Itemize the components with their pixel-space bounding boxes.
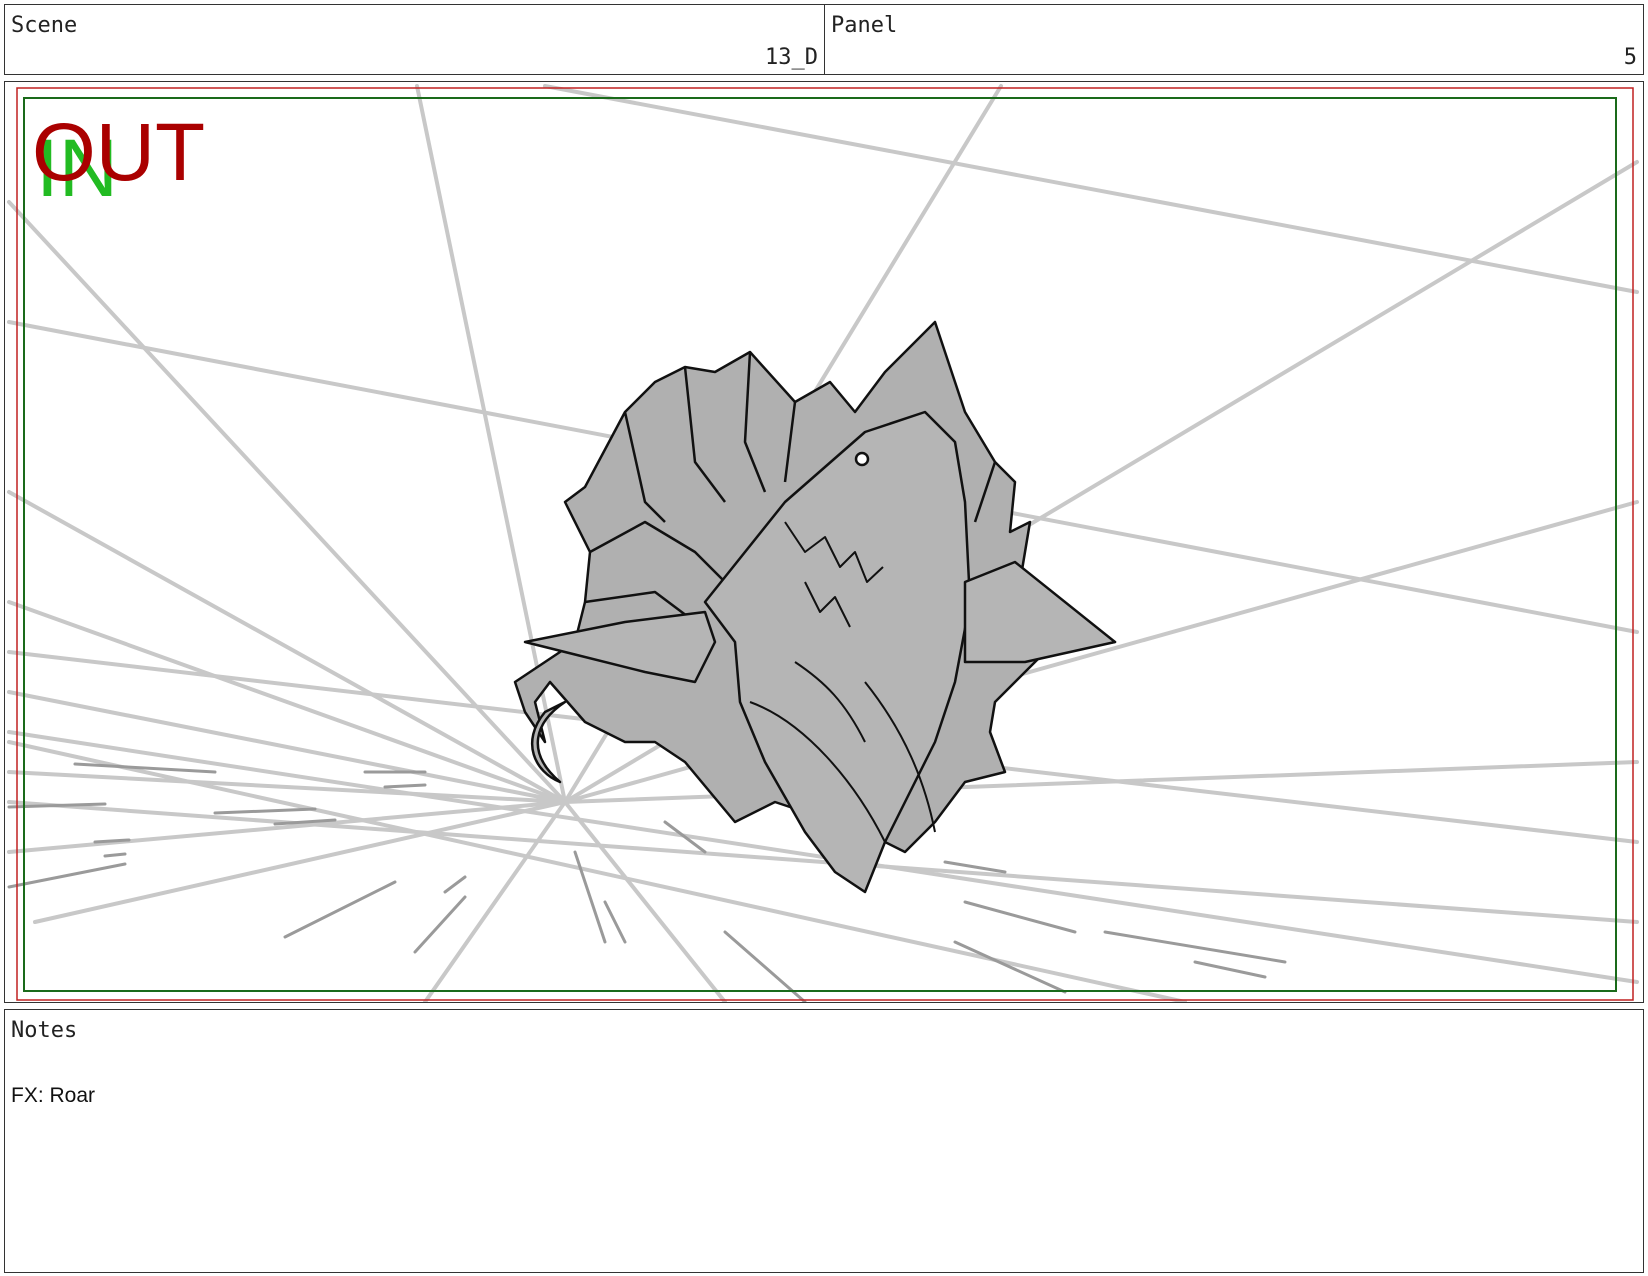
notes-field: Notes FX: Roar xyxy=(4,1009,1644,1273)
notes-title: Notes xyxy=(11,1018,78,1043)
notes-text: FX: Roar xyxy=(11,1084,96,1107)
shark-creature xyxy=(513,320,1117,894)
panel-value: 5 xyxy=(1623,45,1637,70)
scene-value: 13_D xyxy=(765,45,818,70)
panel-label: Panel xyxy=(831,13,898,38)
frame-artwork xyxy=(7,84,1639,1002)
scene-field: Scene 13_D xyxy=(4,4,825,75)
storyboard-frame xyxy=(4,81,1644,1003)
out-marker: OUT xyxy=(32,107,206,198)
scene-label: Scene xyxy=(11,13,78,38)
panel-field: Panel 5 xyxy=(824,4,1644,75)
